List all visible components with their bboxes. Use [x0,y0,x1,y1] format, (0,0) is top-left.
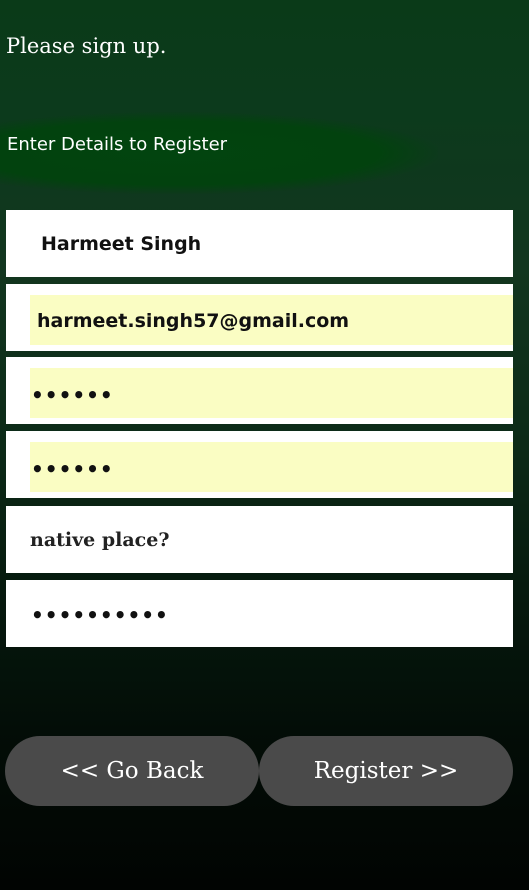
security-question-placeholder: native place? [30,529,170,551]
security-answer-field[interactable]: •••••••••• [6,580,513,647]
security-question-field[interactable]: native place? [6,506,513,573]
password-value: •••••• [31,383,114,407]
page-title: Please sign up. [6,34,167,58]
password-field[interactable]: •••••• [6,357,513,424]
email-field[interactable]: harmeet.singh57@gmail.com [6,284,513,351]
page-subtitle: Enter Details to Register [7,134,228,155]
security-answer-value: •••••••••• [31,603,169,627]
go-back-label: << Go Back [60,758,204,784]
register-label: Register >> [313,758,459,784]
name-field[interactable]: Harmeet Singh [6,210,513,277]
go-back-button[interactable]: << Go Back [5,736,259,806]
confirm-password-field[interactable]: •••••• [6,431,513,498]
register-button[interactable]: Register >> [259,736,513,806]
email-value: harmeet.singh57@gmail.com [37,310,350,332]
confirm-password-value: •••••• [31,457,114,481]
name-value: Harmeet Singh [41,233,202,255]
